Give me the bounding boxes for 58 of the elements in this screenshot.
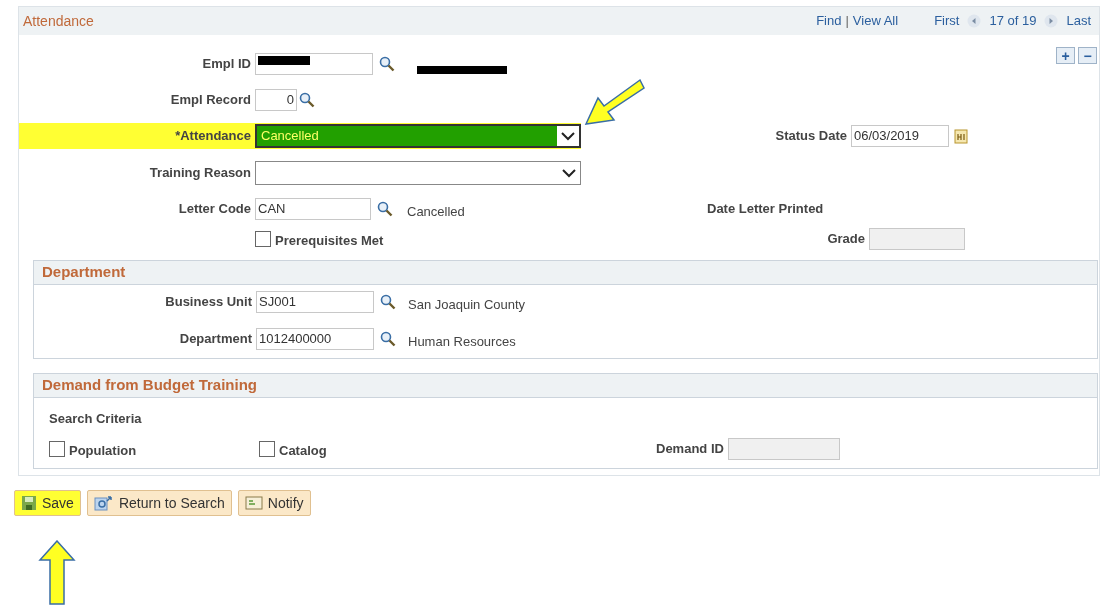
field-description: San Joaquin County <box>408 296 526 315</box>
field-label: Business Unit <box>164 293 253 312</box>
checkbox[interactable] <box>255 231 271 247</box>
delete-row-button[interactable]: − <box>1078 47 1097 64</box>
search-icon[interactable] <box>380 331 396 347</box>
separator: | <box>845 12 849 31</box>
next-icon[interactable] <box>1044 14 1059 28</box>
input-field[interactable] <box>727 438 840 460</box>
add-row-button[interactable]: + <box>1056 47 1075 64</box>
input-field[interactable] <box>869 228 965 250</box>
checkbox[interactable] <box>49 441 65 457</box>
input-field[interactable]: 1012400000 <box>256 328 374 350</box>
search-icon[interactable] <box>380 294 396 310</box>
view-all-link[interactable]: View All <box>852 11 899 31</box>
find-link[interactable]: Find <box>816 11 842 31</box>
section-title: Department <box>42 262 126 283</box>
field-label: Demand ID <box>656 440 725 459</box>
selected-value: Cancelled <box>257 126 557 146</box>
letter-description: Cancelled <box>407 203 466 222</box>
input-field[interactable] <box>255 53 373 75</box>
save-button[interactable]: Save <box>14 490 81 516</box>
caret-icon <box>562 168 576 178</box>
previous-icon[interactable] <box>967 14 982 28</box>
search-icon[interactable] <box>299 92 315 108</box>
field-label: Department <box>178 330 253 349</box>
arrow-annotation <box>38 540 76 606</box>
field-label: Training Reason <box>148 164 252 183</box>
training-reason-select[interactable] <box>255 161 581 185</box>
record-position: 17 of 19 <box>989 12 1037 31</box>
return-button[interactable]: Return to Search <box>86 490 232 516</box>
group-label: Search Criteria <box>49 411 142 426</box>
first-link[interactable]: First <box>934 11 960 31</box>
input-field[interactable]: 0 <box>255 89 297 111</box>
input-field[interactable]: 06/03/2019 <box>851 125 949 147</box>
checkbox-label: Catalog <box>279 442 327 461</box>
magnifier-arrow-icon <box>93 495 114 511</box>
arrow-annotation <box>584 78 646 128</box>
field-label: Date Letter Printed <box>707 200 824 219</box>
caret-icon <box>561 131 575 141</box>
field-label: Grade <box>826 230 866 249</box>
calendar-icon[interactable] <box>954 128 968 144</box>
field-label: Status Date <box>774 127 848 146</box>
search-icon[interactable] <box>379 56 395 72</box>
input-field[interactable]: SJ001 <box>256 291 374 313</box>
input-field[interactable]: CAN <box>255 198 371 220</box>
field-label: Letter Code <box>177 200 252 219</box>
notify-button[interactable]: Notify <box>237 490 311 516</box>
field-description: Human Resources <box>408 333 516 352</box>
section-title: Attendance <box>23 11 94 31</box>
checkbox-label: Prerequisites Met <box>275 232 385 251</box>
last-link[interactable]: Last <box>1066 11 1091 31</box>
checkbox-label: Population <box>69 442 137 461</box>
field-label: Empl ID <box>201 55 252 74</box>
section-title: Demand from Budget Training <box>42 375 257 396</box>
checkbox[interactable] <box>259 441 275 457</box>
envelope-icon <box>244 495 263 511</box>
search-icon[interactable] <box>377 201 393 217</box>
field-label: Empl Record <box>169 91 252 110</box>
